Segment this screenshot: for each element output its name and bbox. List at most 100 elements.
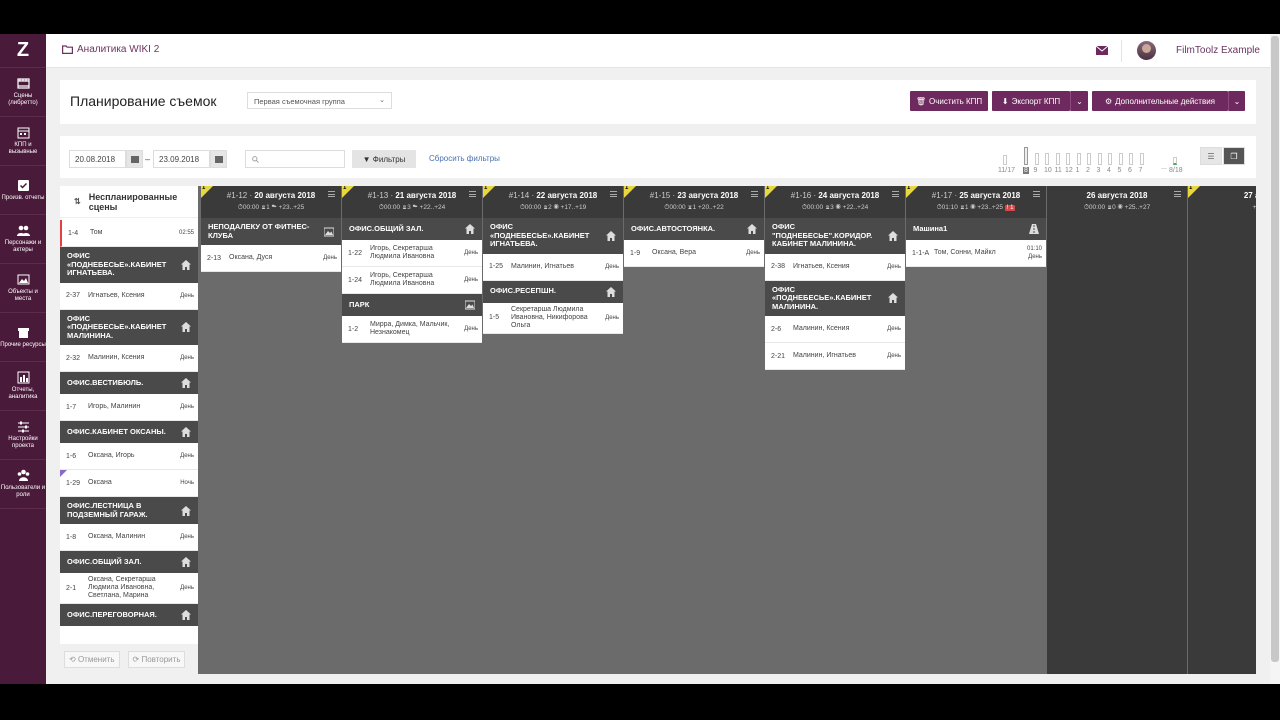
location-header[interactable]: ОФИС.РЕСЕПШН. <box>483 280 623 303</box>
more-actions-button[interactable]: ⚙ Дополнительные действия <box>1092 91 1228 111</box>
scene-card[interactable]: 2-38 Игнатьев, Ксения День <box>765 253 905 281</box>
location-header[interactable]: ОФИС «ПОДНЕБЕСЬЕ».КАБИНЕТ МАЛИНИНА. <box>765 280 905 316</box>
sidebar-item-box[interactable]: Прочие ресурсы <box>0 313 46 362</box>
sidebar-item-image[interactable]: Объекты и места <box>0 264 46 313</box>
sort-icon[interactable]: ⇅ <box>74 197 81 206</box>
day-column[interactable]: 1 #1-14 · 22 августа 2018 ⏱00:00 ♜2 ◉ +17.… <box>483 186 623 674</box>
location-header[interactable]: ПАРК <box>342 294 482 316</box>
day-header[interactable]: 1 #1-14 · 22 августа 2018 ⏱00:00 ♜2 ◉ +17.… <box>483 186 623 218</box>
scene-card[interactable]: 2-37 Игнатьев, Ксения День <box>60 282 198 310</box>
minigraph-bar <box>1055 153 1060 165</box>
day-header[interactable]: 26 августа 2018 ⏱00:00 ♜0 ◉ +25..+27 <box>1047 186 1187 218</box>
scene-card[interactable]: 1-24 Игорь, Секретарша Людмила Ивановна Де… <box>342 267 482 294</box>
reset-filters-link[interactable]: Сбросить фильтры <box>429 154 500 163</box>
menu-icon[interactable] <box>751 191 758 197</box>
sidebar-item-calendar[interactable]: КПП и вызывные <box>0 117 46 166</box>
location-header[interactable]: ОФИС "ПОДНЕБЕСЬЕ".КОРИДОР. КАБИНЕТ МАЛИН… <box>765 218 905 254</box>
day-header[interactable]: 1 #1-16 · 24 августа 2018 ⏱00:00 ♜3 ◉ +22.… <box>765 186 905 218</box>
scene-card[interactable]: 1-5 Секретарша Людмила Ивановна, Никифоро… <box>483 302 623 334</box>
scene-card[interactable]: 2-1 Оксана, Секретарша Людмила Ивановна, … <box>60 573 198 604</box>
location-header[interactable]: ОФИС.КАБИНЕТ ОКСАНЫ. <box>60 421 198 443</box>
sidebar-item-chart[interactable]: Отчеты, аналитика <box>0 362 46 411</box>
vertical-scroll-thumb[interactable] <box>1271 36 1279 662</box>
calendar-to-button[interactable] <box>210 150 227 168</box>
sidebar-item-sliders[interactable]: Настройки проекта <box>0 411 46 460</box>
more-actions-dropdown-button[interactable]: ⌄ <box>1228 91 1245 111</box>
scene-card[interactable]: 1-1-А Том, Сонни, Майкл 01:10 День <box>906 240 1046 267</box>
breadcrumb[interactable]: Аналитика WIKI 2 <box>62 44 159 55</box>
scene-card[interactable]: 1-8 Оксана, Малинин День <box>60 524 198 551</box>
group-select[interactable]: Первая съемочная группа ⌄ <box>247 92 392 109</box>
redo-button[interactable]: ⟳ Повторить <box>127 650 186 668</box>
mail-icon[interactable] <box>1096 46 1108 55</box>
menu-icon[interactable] <box>892 191 899 197</box>
warning-badge[interactable]: ! 1 <box>1004 205 1016 211</box>
menu-icon[interactable] <box>469 191 476 197</box>
menu-icon[interactable] <box>1033 191 1040 197</box>
day-column[interactable]: 1 #1-17 · 25 августа 2018 ⏱01:10 ♜1 ◉ +23.… <box>906 186 1046 674</box>
scene-card[interactable]: 1-2 Мирра, Димка, Мальчик, Незнакомец День <box>342 316 482 343</box>
clear-kpp-button[interactable]: 🗑 Очистить КПП <box>910 91 988 111</box>
avatar[interactable] <box>1137 41 1156 60</box>
day-header[interactable]: 127 авгу+21 <box>1188 186 1256 218</box>
location-header[interactable]: ОФИС.ПЕРЕГОВОРНАЯ. <box>60 604 198 626</box>
day-header[interactable]: 1 #1-17 · 25 августа 2018 ⏱01:10 ♜1 ◉ +23.… <box>906 186 1046 218</box>
day-column[interactable]: 1 #1-13 · 21 августа 2018 ⏱00:00 ♜3 ☁ +22.… <box>342 186 482 674</box>
location-header[interactable]: НЕПОДАЛЕКУ ОТ ФИТНЕС-КЛУБА <box>201 218 341 245</box>
scene-card[interactable]: 1-29 Оксана Ночь <box>60 470 198 497</box>
day-column[interactable]: 26 августа 2018 ⏱00:00 ♜0 ◉ +25..+27 <box>1047 186 1187 674</box>
filters-button[interactable]: ▼ Фильтры <box>352 150 416 168</box>
sidebar-item-film[interactable]: Сцены (либретто) <box>0 68 46 117</box>
search-input[interactable] <box>245 150 345 168</box>
export-kpp-button[interactable]: ⬇ Экспорт КПП <box>992 91 1070 111</box>
day-column[interactable]: 1 #1-12 · 20 августа 2018 ⏱00:00 ♜1 ☁ +23.… <box>201 186 341 674</box>
scene-number: 2-32 <box>66 354 81 362</box>
sidebar-item-users[interactable]: Персонажи и актеры <box>0 215 46 264</box>
location-header[interactable]: ОФИС «ПОДНЕБЕСЬЕ».КАБИНЕТ МАЛИНИНА. <box>60 309 198 345</box>
location-header[interactable]: ОФИС.ВЕСТИБЮЛЬ. <box>60 372 198 394</box>
user-name[interactable]: FilmToolz Example <box>1176 45 1260 56</box>
scene-card[interactable]: 2-21 Малинин, Игнатьев День <box>765 343 905 370</box>
minigraph-label: 4 <box>1107 167 1111 174</box>
calendar-from-button[interactable] <box>126 150 143 168</box>
day-header[interactable]: 1 #1-12 · 20 августа 2018 ⏱00:00 ♜1 ☁ +23.… <box>201 186 341 218</box>
location-header[interactable]: ОФИС.ЛЕСТНИЦА В ПОДЗЕМНЫЙ ГАРАЖ. <box>60 497 198 524</box>
sidebar-item-checkbox[interactable]: Произв. отчеты <box>0 166 46 215</box>
house-icon <box>888 230 898 241</box>
location-header[interactable]: ОФИС.АВТОСТОЯНКА. <box>624 218 764 240</box>
scene-card[interactable]: 2-32 Малинин, Ксения День <box>60 345 198 372</box>
scene-card[interactable]: 2-6 Малинин, Ксения День <box>765 316 905 343</box>
menu-icon[interactable] <box>1174 191 1181 197</box>
schedule-minigraph[interactable]: 11/17 8 9 10 11 12 1 2 3 4 5 6 7... 8/18 <box>998 144 1188 174</box>
day-header[interactable]: 1 #1-15 · 23 августа 2018 ⏱00:00 ♜1 +20..+… <box>624 186 764 218</box>
scene-card[interactable]: 1-7 Игорь, Малинин День <box>60 394 198 421</box>
scene-card[interactable]: 1-25 Малинин, Игнатьев День <box>483 253 623 281</box>
minigraph-bar <box>1108 153 1112 165</box>
location-header[interactable]: ОФИС.ОБЩИЙ ЗАЛ. <box>60 551 198 573</box>
menu-icon[interactable] <box>610 191 617 197</box>
undo-redo-bar: ⟲ Отменить ⟳ Повторить <box>60 644 198 674</box>
scene-card[interactable]: 1-9 Оксана, Вера День <box>624 240 764 267</box>
scene-card[interactable]: 1-4 Том 02:55 <box>60 220 198 247</box>
scene-card[interactable]: 2-13 Оксана, Дуся День <box>201 245 341 272</box>
sidebar-item-group[interactable]: Пользователи и роли <box>0 460 46 509</box>
location-header[interactable]: ОФИС «ПОДНЕБЕСЬЕ».КАБИНЕТ ИГНАТЬЕВА. <box>483 218 623 254</box>
day-column[interactable]: 1 #1-15 · 23 августа 2018 ⏱00:00 ♜1 +20..+… <box>624 186 764 674</box>
app-logo[interactable]: Z <box>0 34 46 68</box>
location-header[interactable]: ОФИС.ОБЩИЙ ЗАЛ. <box>342 218 482 240</box>
menu-icon[interactable] <box>328 191 335 197</box>
day-column[interactable]: 1 #1-16 · 24 августа 2018 ⏱00:00 ♜3 ◉ +22.… <box>765 186 905 674</box>
location-header[interactable]: ОФИС «ПОДНЕБЕСЬЕ».КАБИНЕТ ИГНАТЬЕВА. <box>60 247 198 283</box>
location-header[interactable]: Машина1 <box>906 218 1046 240</box>
date-from-field[interactable]: 20.08.2018 <box>69 150 126 168</box>
date-to-field[interactable]: 23.09.2018 <box>153 150 210 168</box>
scene-characters: Игорь, Секретарша Людмила Ивановна <box>370 272 435 287</box>
undo-button[interactable]: ⟲ Отменить <box>64 650 120 668</box>
export-dropdown-button[interactable]: ⌄ <box>1070 91 1088 111</box>
day-header[interactable]: 1 #1-13 · 21 августа 2018 ⏱00:00 ♜3 ☁ +22.… <box>342 186 482 218</box>
day-column[interactable]: 127 авгу+21 <box>1188 186 1256 674</box>
list-view-button[interactable]: ☰ <box>1200 147 1222 165</box>
board-view-button[interactable]: ❐ <box>1223 147 1245 165</box>
scene-card[interactable]: 1-22 Игорь, Секретарша Людмила Ивановна Де… <box>342 240 482 267</box>
scene-card[interactable]: 1-6 Оксана, Игорь День <box>60 443 198 470</box>
